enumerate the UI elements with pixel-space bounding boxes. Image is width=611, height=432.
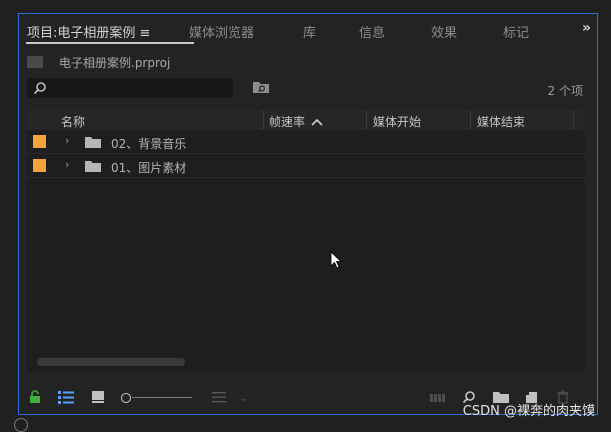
project-panel: 项目:电子相册案例 ≡ 媒体浏览器 库 信息 效果 标记 » 电子相册案例.pr… <box>18 13 598 415</box>
panel-tabs: 项目:电子相册案例 ≡ 媒体浏览器 库 信息 效果 标记 » <box>19 14 597 46</box>
active-tab-indicator <box>26 42 194 44</box>
list-view-icon[interactable] <box>57 390 75 404</box>
chevron-down-icon[interactable]: ⌄ <box>239 393 247 404</box>
horizontal-scrollbar[interactable] <box>37 358 185 366</box>
column-name[interactable]: 名称 <box>61 113 85 130</box>
column-divider[interactable] <box>263 110 264 130</box>
column-divider[interactable] <box>470 110 471 130</box>
bin-row[interactable]: › 02、背景音乐 <box>27 130 585 154</box>
tab-info[interactable]: 信息 <box>359 22 385 41</box>
folder-icon <box>85 161 101 172</box>
folder-icon <box>85 137 101 148</box>
bin-row[interactable]: › 01、图片素材 <box>27 154 585 178</box>
column-header: 名称 帧速率 媒体开始 媒体结束 <box>27 110 585 130</box>
zoom-slider-thumb[interactable] <box>121 393 131 403</box>
tab-libraries[interactable]: 库 <box>303 22 316 41</box>
column-frame-rate[interactable]: 帧速率 <box>269 113 323 130</box>
tab-project[interactable]: 项目:电子相册案例 ≡ <box>27 22 150 41</box>
search-field[interactable] <box>27 78 233 98</box>
mouse-cursor-icon <box>330 251 342 269</box>
more-panels-icon[interactable]: » <box>582 20 591 36</box>
bin-name: 02、背景音乐 <box>111 137 187 151</box>
zoom-slider-track[interactable] <box>132 397 192 398</box>
new-search-bin-icon[interactable] <box>252 80 270 94</box>
project-file-icon <box>27 56 43 68</box>
column-divider[interactable] <box>366 110 367 130</box>
column-divider[interactable] <box>573 110 574 130</box>
tab-project-label: 项目:电子相册案例 <box>27 26 136 41</box>
expand-chevron-icon[interactable]: › <box>65 158 69 171</box>
panel-menu-icon[interactable]: ≡ <box>140 26 151 41</box>
circle-icon <box>14 418 28 432</box>
project-item-list: 名称 帧速率 媒体开始 媒体结束 › 02、背景音乐 › 01、图片素材 <box>27 110 585 372</box>
search-icon <box>33 82 46 95</box>
sort-icons-icon[interactable] <box>211 390 227 404</box>
automate-to-sequence-icon[interactable] <box>429 390 447 404</box>
bin-name: 01、图片素材 <box>111 161 187 175</box>
expand-chevron-icon[interactable]: › <box>65 134 69 147</box>
sort-ascending-icon <box>311 118 323 126</box>
label-color-swatch[interactable] <box>33 135 46 148</box>
tab-effects[interactable]: 效果 <box>431 22 457 41</box>
label-color-swatch[interactable] <box>33 159 46 172</box>
tab-media-browser[interactable]: 媒体浏览器 <box>189 22 254 41</box>
column-frame-rate-label: 帧速率 <box>269 115 306 129</box>
tab-markers[interactable]: 标记 <box>503 22 529 41</box>
lock-icon[interactable] <box>29 390 41 404</box>
watermark-text: CSDN @裸奔的肉夹馍 <box>462 404 595 419</box>
item-count: 2 个项 <box>547 84 583 98</box>
column-media-end[interactable]: 媒体结束 <box>477 113 525 130</box>
project-filename: 电子相册案例.prproj <box>59 56 171 70</box>
column-media-start[interactable]: 媒体开始 <box>373 113 421 130</box>
icon-view-icon[interactable] <box>91 390 105 404</box>
